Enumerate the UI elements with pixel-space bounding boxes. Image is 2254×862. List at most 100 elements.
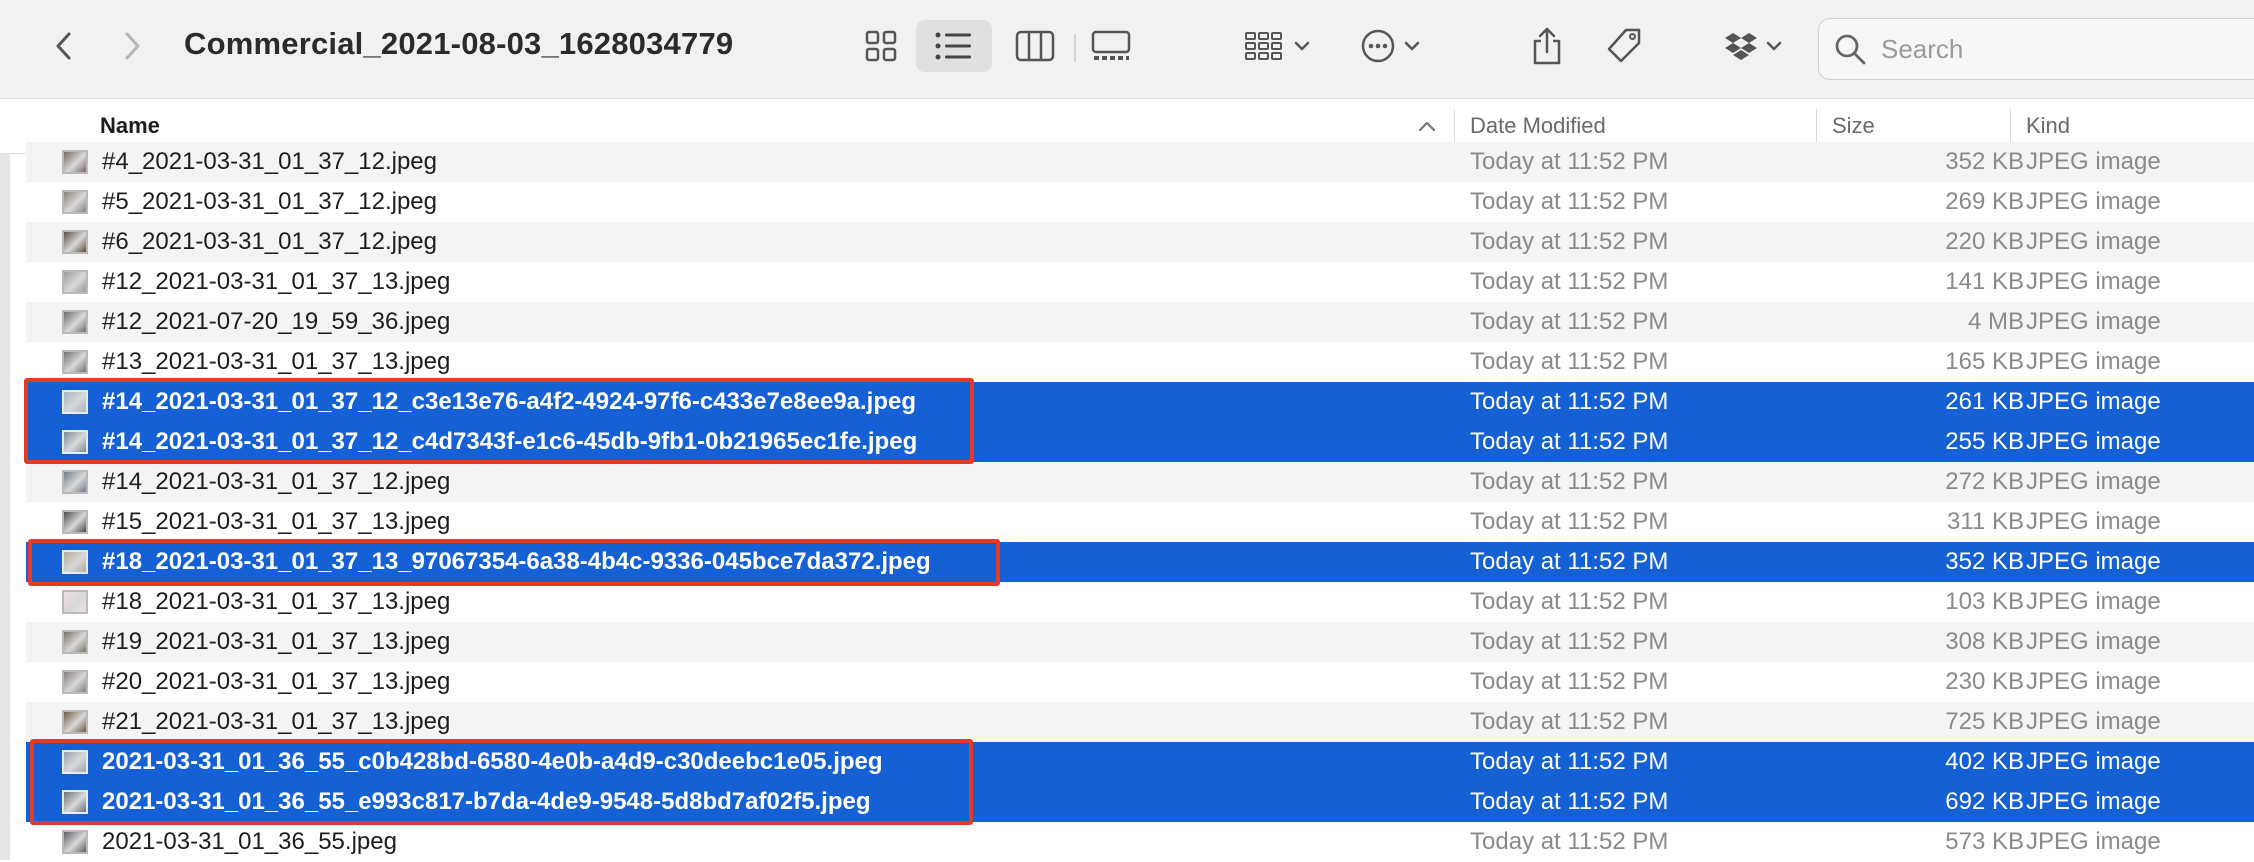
file-size: 165 KB [1945, 348, 2024, 375]
image-thumbnail-icon [62, 390, 88, 414]
file-row[interactable]: #21_2021-03-31_01_37_13.jpeg Today at 11:… [26, 702, 2254, 742]
thumbnail-fill [64, 392, 86, 412]
list-icon [935, 32, 971, 60]
file-row[interactable]: 2021-03-31_01_36_55.jpeg Today at 11:52 P… [26, 822, 2254, 862]
file-row[interactable]: #14_2021-03-31_01_37_12_c3e13e76-a4f2-49… [26, 382, 2254, 422]
file-kind: JPEG image [2026, 148, 2161, 175]
file-row[interactable]: #4_2021-03-31_01_37_12.jpeg Today at 11:5… [26, 142, 2254, 182]
file-row[interactable]: #15_2021-03-31_01_37_13.jpeg Today at 11:… [26, 502, 2254, 542]
file-date-modified: Today at 11:52 PM [1470, 548, 1669, 575]
chevron-down-icon [1766, 41, 1782, 51]
thumbnail-fill [64, 632, 86, 652]
file-row[interactable]: 2021-03-31_01_36_55_c0b428bd-6580-4e0b-a… [26, 742, 2254, 782]
file-date-modified: Today at 11:52 PM [1470, 748, 1669, 775]
file-date-modified: Today at 11:52 PM [1470, 468, 1669, 495]
toolbar: Commercial_2021-08-03_1628034779 [0, 0, 2254, 99]
thumbnail-fill [64, 672, 86, 692]
file-name: #20_2021-03-31_01_37_13.jpeg [102, 668, 451, 695]
file-kind: JPEG image [2026, 788, 2161, 815]
file-row[interactable]: #5_2021-03-31_01_37_12.jpeg Today at 11:5… [26, 182, 2254, 222]
back-button[interactable] [44, 26, 84, 66]
file-kind: JPEG image [2026, 828, 2161, 855]
image-thumbnail-icon [62, 470, 88, 494]
chevron-down-icon [1294, 41, 1310, 51]
column-name-label: Name [100, 113, 160, 138]
column-kind-label: Kind [2026, 113, 2071, 138]
file-row[interactable]: #18_2021-03-31_01_37_13_97067354-6a38-4b… [26, 542, 2254, 582]
file-date-modified: Today at 11:52 PM [1470, 228, 1669, 255]
file-size: 220 KB [1945, 228, 2024, 255]
file-name: #18_2021-03-31_01_37_13.jpeg [102, 588, 451, 615]
image-thumbnail-icon [62, 510, 88, 534]
file-size: 725 KB [1945, 708, 2024, 735]
file-kind: JPEG image [2026, 188, 2161, 215]
chevron-left-icon [56, 32, 71, 60]
file-size: 272 KB [1945, 468, 2024, 495]
thumbnail-fill [64, 592, 86, 612]
file-name: 2021-03-31_01_36_55.jpeg [102, 828, 397, 855]
file-kind: JPEG image [2026, 588, 2161, 615]
column-divider[interactable] [2010, 109, 2011, 143]
image-thumbnail-icon [62, 670, 88, 694]
column-date-label: Date Modified [1470, 113, 1606, 138]
window-title: Commercial_2021-08-03_1628034779 [184, 26, 734, 61]
file-row[interactable]: #12_2021-03-31_01_37_13.jpeg Today at 11:… [26, 262, 2254, 302]
file-row[interactable]: #13_2021-03-31_01_37_13.jpeg Today at 11:… [26, 342, 2254, 382]
image-thumbnail-icon [62, 830, 88, 854]
file-name: #6_2021-03-31_01_37_12.jpeg [102, 228, 437, 255]
gallery-view-button[interactable] [1076, 20, 1146, 72]
image-thumbnail-icon [62, 790, 88, 814]
image-thumbnail-icon [62, 310, 88, 334]
file-name: #4_2021-03-31_01_37_12.jpeg [102, 148, 437, 175]
file-kind: JPEG image [2026, 548, 2161, 575]
thumbnail-fill [64, 312, 86, 332]
thumbnail-fill [64, 272, 86, 292]
tag-button[interactable] [1600, 22, 1648, 70]
thumbnail-fill [64, 192, 86, 212]
icon-view-button[interactable] [846, 20, 916, 72]
forward-button[interactable] [112, 26, 152, 66]
search-field[interactable] [1818, 18, 2254, 80]
file-date-modified: Today at 11:52 PM [1470, 708, 1669, 735]
file-kind: JPEG image [2026, 228, 2161, 255]
file-size: 269 KB [1945, 188, 2024, 215]
file-name: #15_2021-03-31_01_37_13.jpeg [102, 508, 451, 535]
action-menu-button[interactable] [1354, 22, 1426, 70]
column-view-button[interactable] [1000, 20, 1070, 72]
file-row[interactable]: #6_2021-03-31_01_37_12.jpeg Today at 11:5… [26, 222, 2254, 262]
file-size: 692 KB [1945, 788, 2024, 815]
file-size: 402 KB [1945, 748, 2024, 775]
file-name: #5_2021-03-31_01_37_12.jpeg [102, 188, 437, 215]
share-button[interactable] [1526, 20, 1568, 72]
file-row[interactable]: #14_2021-03-31_01_37_12.jpeg Today at 11:… [26, 462, 2254, 502]
file-name: #12_2021-07-20_19_59_36.jpeg [102, 308, 451, 335]
file-name: #14_2021-03-31_01_37_12_c4d7343f-e1c6-45… [102, 428, 918, 455]
file-kind: JPEG image [2026, 708, 2161, 735]
file-row[interactable]: #12_2021-07-20_19_59_36.jpeg Today at 11:… [26, 302, 2254, 342]
file-size: 308 KB [1945, 628, 2024, 655]
column-divider[interactable] [1454, 109, 1455, 143]
file-row[interactable]: #20_2021-03-31_01_37_13.jpeg Today at 11:… [26, 662, 2254, 702]
search-input[interactable] [1879, 32, 2254, 66]
list-view-button[interactable] [916, 20, 992, 72]
image-thumbnail-icon [62, 230, 88, 254]
chevron-down-icon [1404, 41, 1420, 51]
file-row[interactable]: #19_2021-03-31_01_37_13.jpeg Today at 11:… [26, 622, 2254, 662]
group-menu-button[interactable] [1236, 22, 1318, 70]
file-size: 573 KB [1945, 828, 2024, 855]
file-date-modified: Today at 11:52 PM [1470, 148, 1669, 175]
file-kind: JPEG image [2026, 388, 2161, 415]
column-divider[interactable] [1816, 109, 1817, 143]
image-thumbnail-icon [62, 590, 88, 614]
file-row[interactable]: 2021-03-31_01_36_55_e993c817-b7da-4de9-9… [26, 782, 2254, 822]
file-size: 255 KB [1945, 428, 2024, 455]
file-date-modified: Today at 11:52 PM [1470, 828, 1669, 855]
dropbox-menu-button[interactable] [1718, 22, 1788, 70]
file-size: 103 KB [1945, 588, 2024, 615]
file-kind: JPEG image [2026, 468, 2161, 495]
file-row[interactable]: #14_2021-03-31_01_37_12_c4d7343f-e1c6-45… [26, 422, 2254, 462]
search-icon [1835, 34, 1866, 65]
file-row[interactable]: #18_2021-03-31_01_37_13.jpeg Today at 11:… [26, 582, 2254, 622]
image-thumbnail-icon [62, 750, 88, 774]
image-thumbnail-icon [62, 350, 88, 374]
